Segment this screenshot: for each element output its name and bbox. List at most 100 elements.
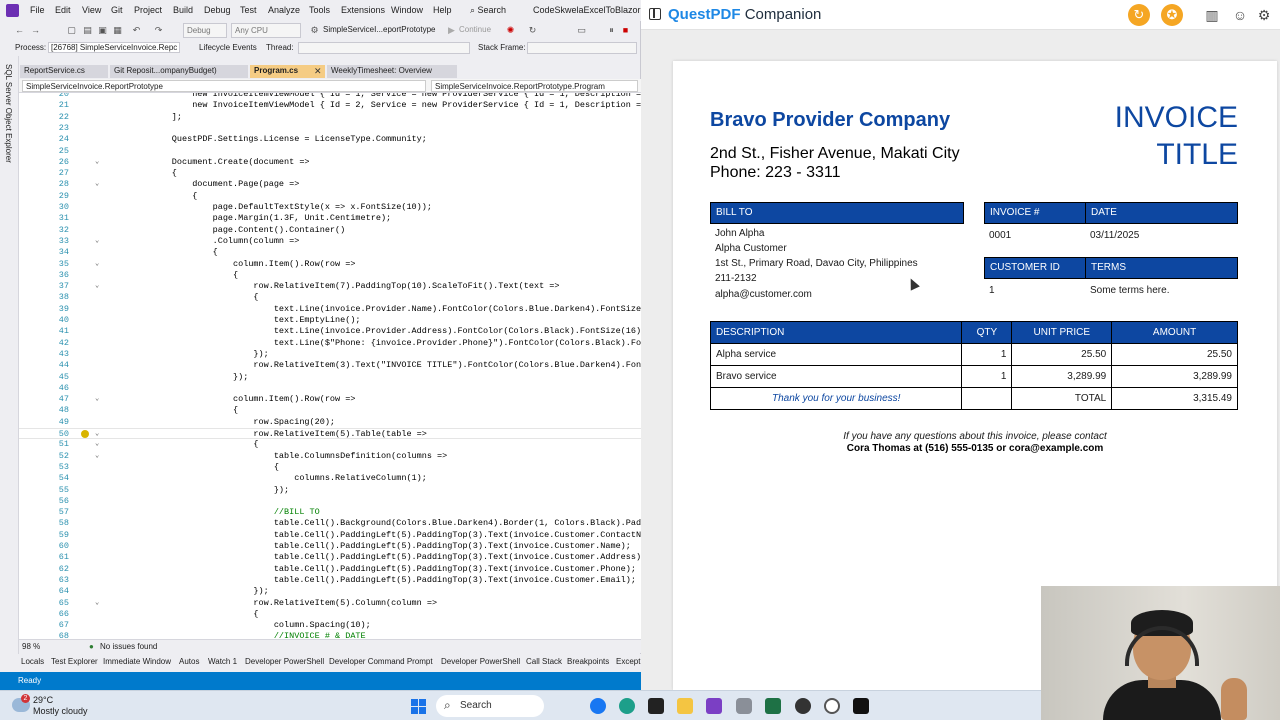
menu-debug[interactable]: Debug [204, 5, 231, 15]
menu-project[interactable]: Project [134, 5, 162, 15]
weather-temperature[interactable]: 29°C [33, 695, 53, 705]
code-line[interactable]: 55 }); [19, 485, 641, 496]
code-line[interactable]: 50 ⌄ row.RelativeItem(5).Table(table => [19, 428, 641, 440]
fold-toggle-icon[interactable]: ⌄ [95, 179, 99, 190]
code-line[interactable]: 31 page.Margin(1.3F, Unit.Centimetre); [19, 213, 641, 224]
screenshot-icon[interactable]: ▭ [576, 25, 587, 36]
code-line[interactable]: 37 ⌄ row.RelativeItem(7).PaddingTop(10).S… [19, 281, 641, 292]
back-icon[interactable]: ← [14, 25, 25, 36]
menu-tools[interactable]: Tools [309, 5, 330, 15]
code-line[interactable]: 45 }); [19, 372, 641, 383]
type-scope-dropdown[interactable]: SimpleServiceInvoice.ReportPrototype.Pro… [431, 80, 638, 92]
code-line[interactable]: 28 ⌄ document.Page(page => [19, 179, 641, 190]
menu-window[interactable]: Window [391, 5, 423, 15]
tab-breakpoints[interactable]: Breakpoints [567, 657, 609, 666]
code-line[interactable]: 62 table.Cell().PaddingLeft(5).PaddingTo… [19, 564, 641, 575]
code-line[interactable]: 41 text.Line(invoice.Provider.Address).F… [19, 326, 641, 337]
file-explorer-icon[interactable] [677, 698, 693, 714]
tab-developer-powershell[interactable]: Developer PowerShell [245, 657, 324, 666]
fold-toggle-icon[interactable]: ⌄ [95, 236, 99, 247]
menu-test[interactable]: Test [240, 5, 257, 15]
lightbulb-icon[interactable] [81, 430, 89, 438]
tab-reportservice[interactable]: ReportService.cs [20, 65, 108, 78]
vs-search-box[interactable]: ⌕ Search [466, 2, 526, 18]
tab-immediate-window[interactable]: Immediate Window [103, 657, 171, 666]
new-item-icon[interactable]: ▢ [66, 25, 77, 36]
menu-git[interactable]: Git [111, 5, 123, 15]
sidebar-toggle-icon[interactable] [649, 8, 661, 20]
code-line[interactable]: 49 row.Spacing(20); [19, 417, 641, 428]
code-line[interactable]: 25 [19, 146, 641, 157]
menu-analyze[interactable]: Analyze [268, 5, 300, 15]
code-line[interactable]: 24 QuestPDF.Settings.License = LicenseTy… [19, 134, 641, 145]
zoom-level[interactable]: 98 % [22, 642, 40, 651]
code-line[interactable]: 58 table.Cell().Background(Colors.Blue.D… [19, 518, 641, 529]
database-icon[interactable] [736, 698, 752, 714]
code-line[interactable]: 60 table.Cell().PaddingLeft(5).PaddingTo… [19, 541, 641, 552]
fold-toggle-icon[interactable]: ⌄ [95, 439, 99, 450]
license-badge-icon[interactable]: ✪ [1161, 4, 1183, 26]
book-icon[interactable]: ▥ [1203, 6, 1221, 24]
tab-call-stack[interactable]: Call Stack [526, 657, 562, 666]
configuration-dropdown[interactable]: Debug [183, 23, 227, 38]
open-folder-icon[interactable]: ▤ [82, 25, 93, 36]
undo-icon[interactable]: ↶ [131, 25, 142, 36]
tab-git-repository[interactable]: Git Reposit...ompanyBudget) [110, 65, 248, 78]
redo-icon[interactable]: ↷ [153, 25, 164, 36]
tab-locals[interactable]: Locals [21, 657, 44, 666]
thread-dropdown[interactable] [298, 42, 470, 54]
code-line[interactable]: 64 }); [19, 586, 641, 597]
fold-toggle-icon[interactable]: ⌄ [95, 394, 99, 405]
code-line[interactable]: 57 //BILL TO [19, 507, 641, 518]
save-icon[interactable]: ▣ [97, 25, 108, 36]
facebook-icon[interactable] [590, 698, 606, 714]
fold-toggle-icon[interactable]: ⌄ [95, 157, 99, 168]
menu-file[interactable]: File [30, 5, 45, 15]
project-scope-dropdown[interactable]: SimpleServiceInvoice.ReportPrototype [22, 80, 426, 92]
code-line[interactable]: 47 ⌄ column.Item().Row(row => [19, 394, 641, 405]
taskbar-search[interactable]: Search [436, 695, 544, 717]
tab-test-explorer[interactable]: Test Explorer [51, 657, 98, 666]
settings-icon[interactable]: ⚙ [1255, 6, 1273, 24]
tab-weekly-timesheet[interactable]: WeeklyTimesheet: Overview [327, 65, 457, 78]
code-line[interactable]: 66 { [19, 609, 641, 620]
weather-description[interactable]: Mostly cloudy [33, 706, 88, 716]
code-line[interactable]: 40 text.EmptyLine(); [19, 315, 641, 326]
startup-project-dropdown[interactable]: SimpleServiceI...eportPrototype [320, 23, 442, 38]
tab-developer-command-prompt[interactable]: Developer Command Prompt [329, 657, 433, 666]
code-line[interactable]: 20 new InvoiceItemViewModel { Id = 1, Se… [19, 93, 641, 100]
issues-status[interactable]: No issues found [100, 642, 157, 651]
fold-toggle-icon[interactable]: ⌄ [95, 451, 99, 462]
code-line[interactable]: 59 table.Cell().PaddingLeft(5).PaddingTo… [19, 530, 641, 541]
code-line[interactable]: 35 ⌄ column.Item().Row(row => [19, 259, 641, 270]
stack-frame-dropdown[interactable] [527, 42, 637, 54]
code-line[interactable]: 26 ⌄ Document.Create(document => [19, 157, 641, 168]
code-line[interactable]: 43 }); [19, 349, 641, 360]
smiley-icon[interactable]: ☺ [1231, 6, 1249, 24]
code-line[interactable]: 67 column.Spacing(10); [19, 620, 641, 631]
code-line[interactable]: 46 [19, 383, 641, 394]
code-editor[interactable]: 20 new InvoiceItemViewModel { Id = 1, Se… [19, 93, 641, 639]
code-line[interactable]: 21 new InvoiceItemViewModel { Id = 2, Se… [19, 100, 641, 111]
tab-exceptions[interactable]: Except [616, 657, 640, 666]
menu-view[interactable]: View [82, 5, 101, 15]
pause-icon[interactable]: ⏸ [606, 25, 617, 36]
forward-icon[interactable]: → [30, 25, 41, 36]
excel-icon[interactable] [765, 698, 781, 714]
code-line[interactable]: 68 //INVOICE # & DATE [19, 631, 641, 639]
visual-studio-icon[interactable] [706, 698, 722, 714]
close-icon[interactable]: ✕ [314, 66, 322, 77]
fold-toggle-icon[interactable]: ⌄ [95, 259, 99, 270]
code-line[interactable]: 52 ⌄ table.ColumnsDefinition(columns => [19, 451, 641, 462]
code-line[interactable]: 22 ]; [19, 112, 641, 123]
code-line[interactable]: 44 row.RelativeItem(3).Text("INVOICE TIT… [19, 360, 641, 371]
tab-watch-1[interactable]: Watch 1 [208, 657, 237, 666]
code-line[interactable]: 32 page.Content().Container() [19, 225, 641, 236]
code-line[interactable]: 63 table.Cell().PaddingLeft(5).PaddingTo… [19, 575, 641, 586]
code-line[interactable]: 23 [19, 123, 641, 134]
process-dropdown[interactable]: [26768] SimpleServiceInvoice.Repc [48, 42, 180, 53]
edge-browser-icon[interactable] [619, 698, 635, 714]
stop-icon[interactable]: ■ [620, 25, 631, 36]
code-line[interactable]: 65 ⌄ row.RelativeItem(5).Column(column => [19, 598, 641, 609]
continue-button[interactable]: Continue [456, 23, 496, 38]
